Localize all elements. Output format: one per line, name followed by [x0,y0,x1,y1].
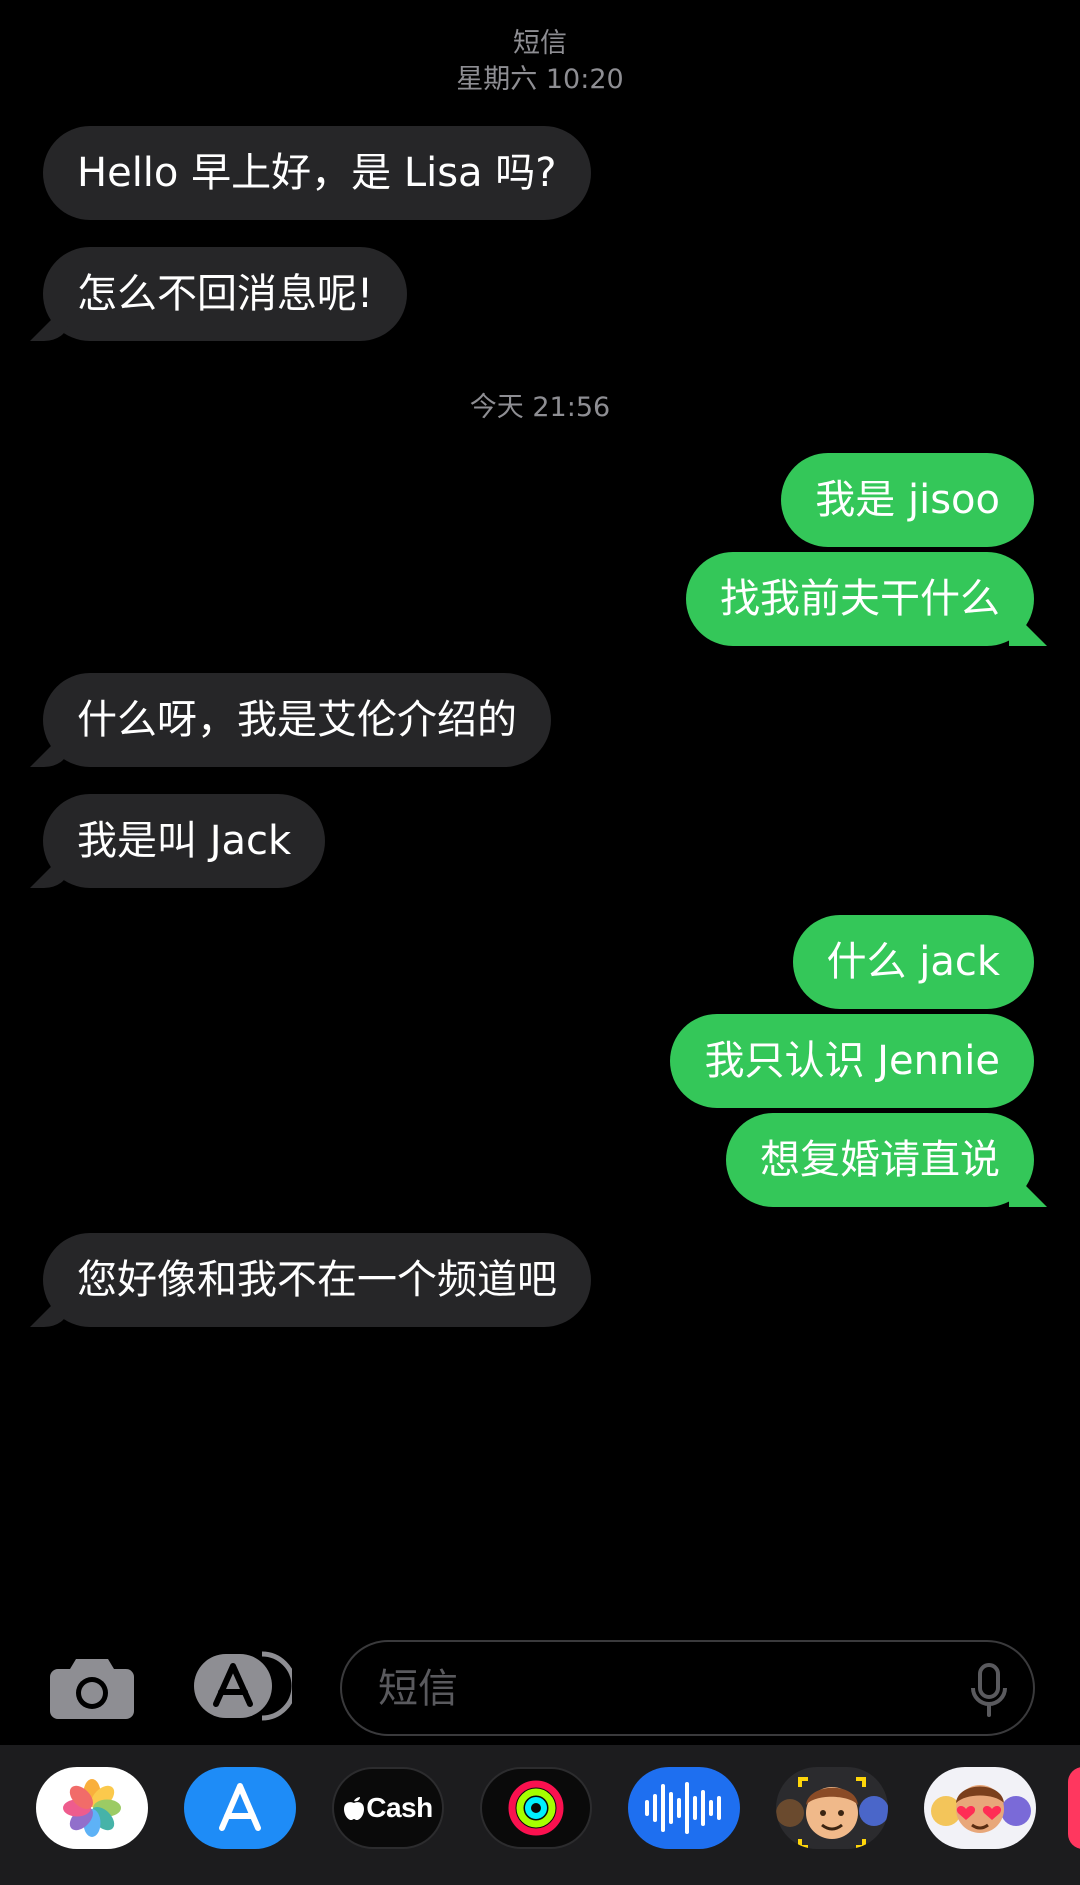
app-store-button[interactable] [192,1650,292,1722]
apple-cash-label: Cash [366,1792,433,1823]
app-drawer: Cash [0,1745,1080,1885]
activity-icon [508,1780,564,1836]
message-bubble-incoming[interactable]: Hello 早上好，是 Lisa 吗? [43,126,591,220]
audio-message-icon [645,1782,721,1834]
message-bubble-outgoing[interactable]: 什么 jack [792,915,1034,1009]
photos-icon [63,1779,121,1837]
message-text: 找我前夫干什么 [720,576,1000,622]
message-bubble-outgoing[interactable]: 找我前夫干什么 [686,552,1034,646]
message-text: Hello 早上好，是 Lisa 吗? [77,150,557,196]
message-input-field[interactable] [340,1640,1035,1736]
drawer-app-partial[interactable] [1068,1767,1080,1849]
memoji-stickers-app-button[interactable] [924,1767,1036,1849]
audio-message-app-button[interactable] [628,1767,740,1849]
microphone-icon[interactable] [969,1662,1009,1718]
camera-icon [50,1659,134,1719]
message-text: 什么 jack [826,939,1001,985]
message-bubble-incoming[interactable]: 您好像和我不在一个频道吧 [43,1233,591,1327]
activity-app-button[interactable] [480,1767,592,1849]
message-text: 想复婚请直说 [760,1137,1000,1183]
message-bubble-outgoing[interactable]: 我是 jisoo [781,453,1034,547]
camera-button[interactable] [49,1652,135,1720]
message-bubble-incoming[interactable]: 我是叫 Jack [43,794,326,888]
conversation-header: 短信 星期六 10:20 [0,26,1080,98]
message-bubble-outgoing[interactable]: 想复婚请直说 [726,1113,1034,1207]
app-store-toggle-icon [194,1651,292,1721]
message-text: 怎么不回消息呢! [77,271,374,317]
message-text: 我是叫 Jack [77,818,292,864]
conversation-service-label: 短信 [513,28,567,59]
memoji-app-button[interactable] [776,1767,888,1849]
apple-cash-app-button[interactable]: Cash [332,1767,444,1849]
app-store-icon [219,1783,261,1831]
message-bubble-incoming[interactable]: 什么呀，我是艾伦介绍的 [43,673,551,767]
message-bubble-incoming[interactable]: 怎么不回消息呢! [43,247,408,341]
message-input[interactable] [376,1642,940,1736]
message-text: 您好像和我不在一个频道吧 [77,1257,557,1303]
apple-logo-icon [344,1797,365,1820]
message-text: 我只认识 Jennie [704,1038,1000,1084]
memoji-stickers-icon [931,1785,1031,1833]
photos-app-button[interactable] [36,1767,148,1849]
app-store-app-button[interactable] [184,1767,296,1849]
message-text: 我是 jisoo [815,477,1000,523]
message-bubble-outgoing[interactable]: 我只认识 Jennie [670,1014,1034,1108]
conversation-start-timestamp: 星期六 10:20 [456,64,624,95]
memoji-icon [776,1777,888,1849]
message-text: 什么呀，我是艾伦介绍的 [77,697,517,743]
message-timestamp: 今天 21:56 [469,392,611,423]
